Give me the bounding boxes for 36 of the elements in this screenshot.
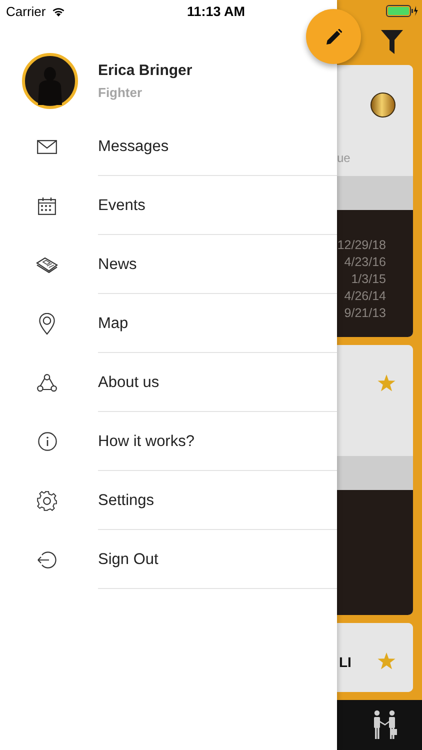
location-pin-icon: [39, 312, 55, 334]
user-name: Erica Bringer: [98, 62, 192, 79]
card-title: LI: [339, 654, 352, 670]
avatar[interactable]: [22, 53, 78, 109]
carrier-name: Carrier: [6, 4, 46, 18]
status-time: 11:13 AM: [187, 4, 246, 18]
user-role: Fighter: [98, 85, 144, 100]
handshake-people-icon[interactable]: [372, 710, 398, 740]
menu-item[interactable]: Sign Out: [98, 550, 158, 568]
medal-icon: [370, 92, 396, 118]
sign-out-icon: [37, 550, 57, 568]
menu-item[interactable]: How it works?: [98, 432, 194, 450]
calendar-icon: [38, 196, 56, 214]
wifi-icon: [50, 6, 66, 16]
menu-item[interactable]: About us: [98, 374, 160, 392]
menu-item[interactable]: Messages: [98, 138, 169, 156]
mail-icon: [37, 140, 57, 154]
menu-item[interactable]: Events: [98, 196, 146, 214]
star-icon: [377, 374, 396, 392]
filter-icon[interactable]: [381, 30, 403, 54]
connected-people-icon: [37, 374, 57, 392]
date-text: 4/23/16: [344, 254, 386, 272]
menu-item[interactable]: Settings: [98, 492, 154, 510]
card-caption: ue: [337, 151, 350, 166]
star-icon: [377, 652, 396, 670]
date-text: 9/21/13: [344, 305, 386, 322]
menu-item[interactable]: News: [98, 256, 137, 274]
battery-icon: [386, 5, 418, 17]
date-text: 1/3/15: [351, 271, 386, 288]
info-icon: [38, 432, 56, 451]
menu-item[interactable]: Map: [98, 314, 128, 332]
settings-icon: [37, 490, 57, 510]
pencil-icon: [326, 28, 342, 44]
date-text: 4/26/14: [344, 288, 386, 306]
date-text: 12/29/18: [337, 237, 386, 254]
newspaper-icon: [36, 256, 58, 272]
